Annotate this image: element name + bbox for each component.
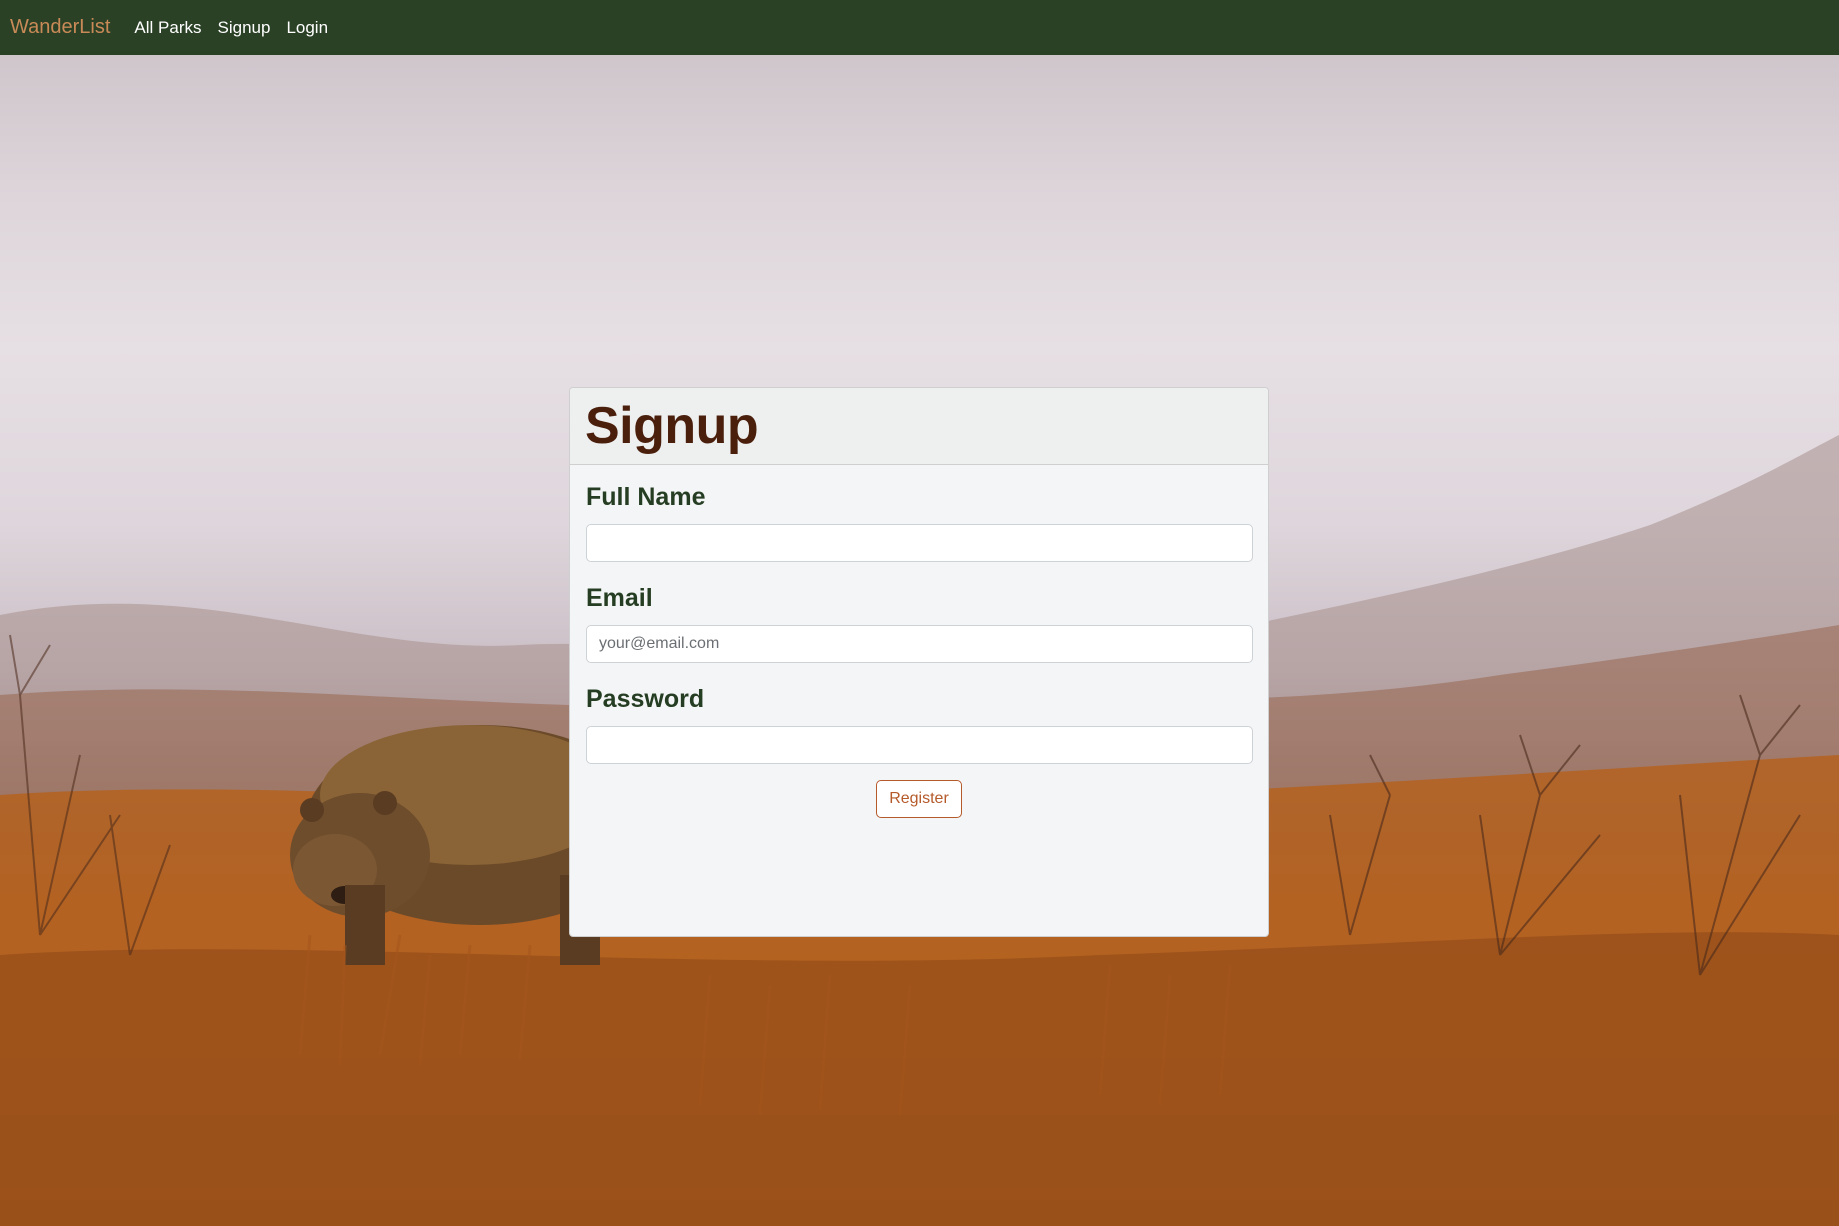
email-label: Email xyxy=(586,584,653,612)
full-name-input[interactable] xyxy=(586,524,1253,562)
register-button[interactable]: Register xyxy=(876,780,962,818)
card-header: Signup xyxy=(570,388,1268,465)
email-input[interactable] xyxy=(586,625,1253,663)
button-row: Register xyxy=(586,780,1252,818)
password-input[interactable] xyxy=(586,726,1253,764)
page-title: Signup xyxy=(585,397,759,455)
password-label: Password xyxy=(586,685,705,713)
nav-link-login[interactable]: Login xyxy=(286,18,328,38)
top-navbar: WanderList All Parks Signup Login xyxy=(0,0,1839,55)
full-name-label: Full Name xyxy=(586,483,706,511)
brand-logo-link[interactable]: WanderList xyxy=(10,16,110,39)
nav-link-all-parks[interactable]: All Parks xyxy=(134,18,201,38)
nav-link-signup[interactable]: Signup xyxy=(218,18,271,38)
signup-card: Signup Full Name Email Password Register xyxy=(569,387,1269,937)
signup-form: Full Name Email Password Register xyxy=(570,465,1268,818)
